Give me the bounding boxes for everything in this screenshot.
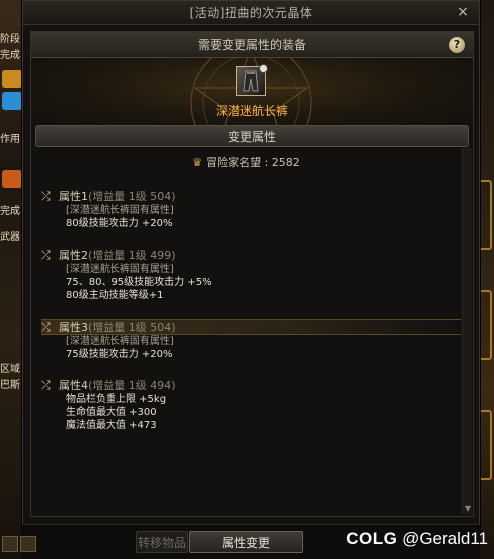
attribute-option-selected[interactable]: ⤮ 属性3 (增益量 1级 504) [深潜迷航长裤固有属性] 75级技能攻击力… [41,319,461,361]
change-section-header: 变更属性 [35,125,469,147]
attribute-line: 75级技能攻击力 +20% [66,349,173,360]
slot-badge-icon [259,64,268,73]
equip-section-title: 需要变更属性的装备 [197,38,306,52]
equip-display: 深潜迷航长裤 [31,58,473,128]
change-section-title: 变更属性 [227,129,276,144]
attribute-list: ♛ 冒险家名望 : 2582 ⤮ 属性1 (增益量 1级 504) [深潜迷航长裤… [31,150,461,514]
attribute-scrollbar[interactable]: ▼ [462,148,472,514]
hud-slot-icon[interactable] [2,536,18,552]
change-attribute-button[interactable]: 属性变更 [189,531,303,553]
hud-text: 完成 [0,50,20,61]
attribute-line: 物品栏负重上限 +5kg [66,394,167,405]
scroll-down-icon[interactable]: ▼ [463,504,473,514]
attribute-title: 属性4 [59,379,88,392]
attribute-fixed-note: [深潜迷航长裤固有属性] [66,264,174,275]
transfer-item-button[interactable]: 转移物品 [136,531,188,553]
attribute-head: ⤮ 属性3 (增益量 1级 504) [41,319,461,335]
attribute-gain: (增益量 1级 504) [88,190,176,203]
item-name: 深潜迷航长裤 [215,104,288,118]
shuffle-icon: ⤮ [41,188,51,203]
renown-label: 冒险家名望 : 2582 [206,156,300,169]
close-icon[interactable]: × [455,4,471,20]
attribute-fixed-note: [深潜迷航长裤固有属性] [66,205,174,216]
background-left-hud: 阶段 完成 作用 完成 武器 区域 巴斯 [0,0,24,559]
attribute-line: 80级主动技能等级+1 [66,290,164,301]
attribute-option[interactable]: ⤮ 属性2 (增益量 1级 499) [深潜迷航长裤固有属性] 75、80、95… [41,247,461,302]
shuffle-icon: ⤮ [41,377,51,392]
attribute-fixed-note: [深潜迷航长裤固有属性] [66,336,174,347]
attribute-option[interactable]: ⤮ 属性4 (增益量 1级 494) 物品栏负重上限 +5kg 生命值最大值 +… [41,377,461,432]
watermark-user: @Gerald11 [402,529,488,548]
titlebar[interactable]: [活动]扭曲的次元晶体 × [23,1,479,25]
main-panel: 需要变更属性的装备 ? 深潜迷航长裤 变更属性 ♛ 冒险家名望: 2582 ⤮… [30,31,474,517]
hud-text: 区域 [0,364,20,375]
hud-icon [2,170,22,188]
hud-slot-icon[interactable] [20,536,36,552]
watermark-brand: COLG [346,529,398,548]
shuffle-icon: ⤮ [41,319,51,334]
hud-text: 作用 [0,134,20,145]
hud-icon [2,70,22,88]
attribute-gain: (增益量 1级 504) [88,321,176,334]
attribute-title: 属性1 [59,190,88,203]
attribute-line: 生命值最大值 +300 [66,407,157,418]
renown-crest-icon: ♛ [192,156,203,169]
hud-text: 巴斯 [0,380,20,391]
equipment-slot[interactable] [236,64,268,96]
attribute-option[interactable]: ⤮ 属性1 (增益量 1级 504) [深潜迷航长裤固有属性] 80级技能攻击力… [41,188,461,230]
attribute-title: 属性2 [59,249,88,262]
attribute-head: ⤮ 属性2 (增益量 1级 499) [41,247,461,263]
attribute-title: 属性3 [59,321,88,334]
hud-text: 阶段 [0,34,20,45]
attribute-gain: (增益量 1级 494) [88,379,176,392]
dimension-crystal-window: [活动]扭曲的次元晶体 × 需要变更属性的装备 ? 深潜迷航长裤 变更属性 ♛ … [22,0,480,532]
hud-text: 武器 [0,232,20,243]
attribute-line: 75、80、95级技能攻击力 +5% [66,277,212,288]
colg-watermark: COLG @Gerald11 [346,529,488,549]
attribute-head: ⤮ 属性1 (增益量 1级 504) [41,188,461,204]
help-icon[interactable]: ? [449,37,465,53]
attribute-line: 80级技能攻击力 +20% [66,218,173,229]
attribute-head: ⤮ 属性4 (增益量 1级 494) [41,377,461,393]
adventurer-renown: ♛ 冒险家名望 : 2582 [31,154,461,170]
attribute-line: 魔法值最大值 +473 [66,420,157,431]
shuffle-icon: ⤮ [41,247,51,262]
bottom-hud-icons [2,536,42,556]
attribute-gain: (增益量 1级 499) [88,249,176,262]
equip-section-header: 需要变更属性的装备 ? [31,32,473,58]
window-title: [活动]扭曲的次元晶体 [189,6,313,20]
hud-text: 完成 [0,206,20,217]
hud-icon [2,92,22,110]
